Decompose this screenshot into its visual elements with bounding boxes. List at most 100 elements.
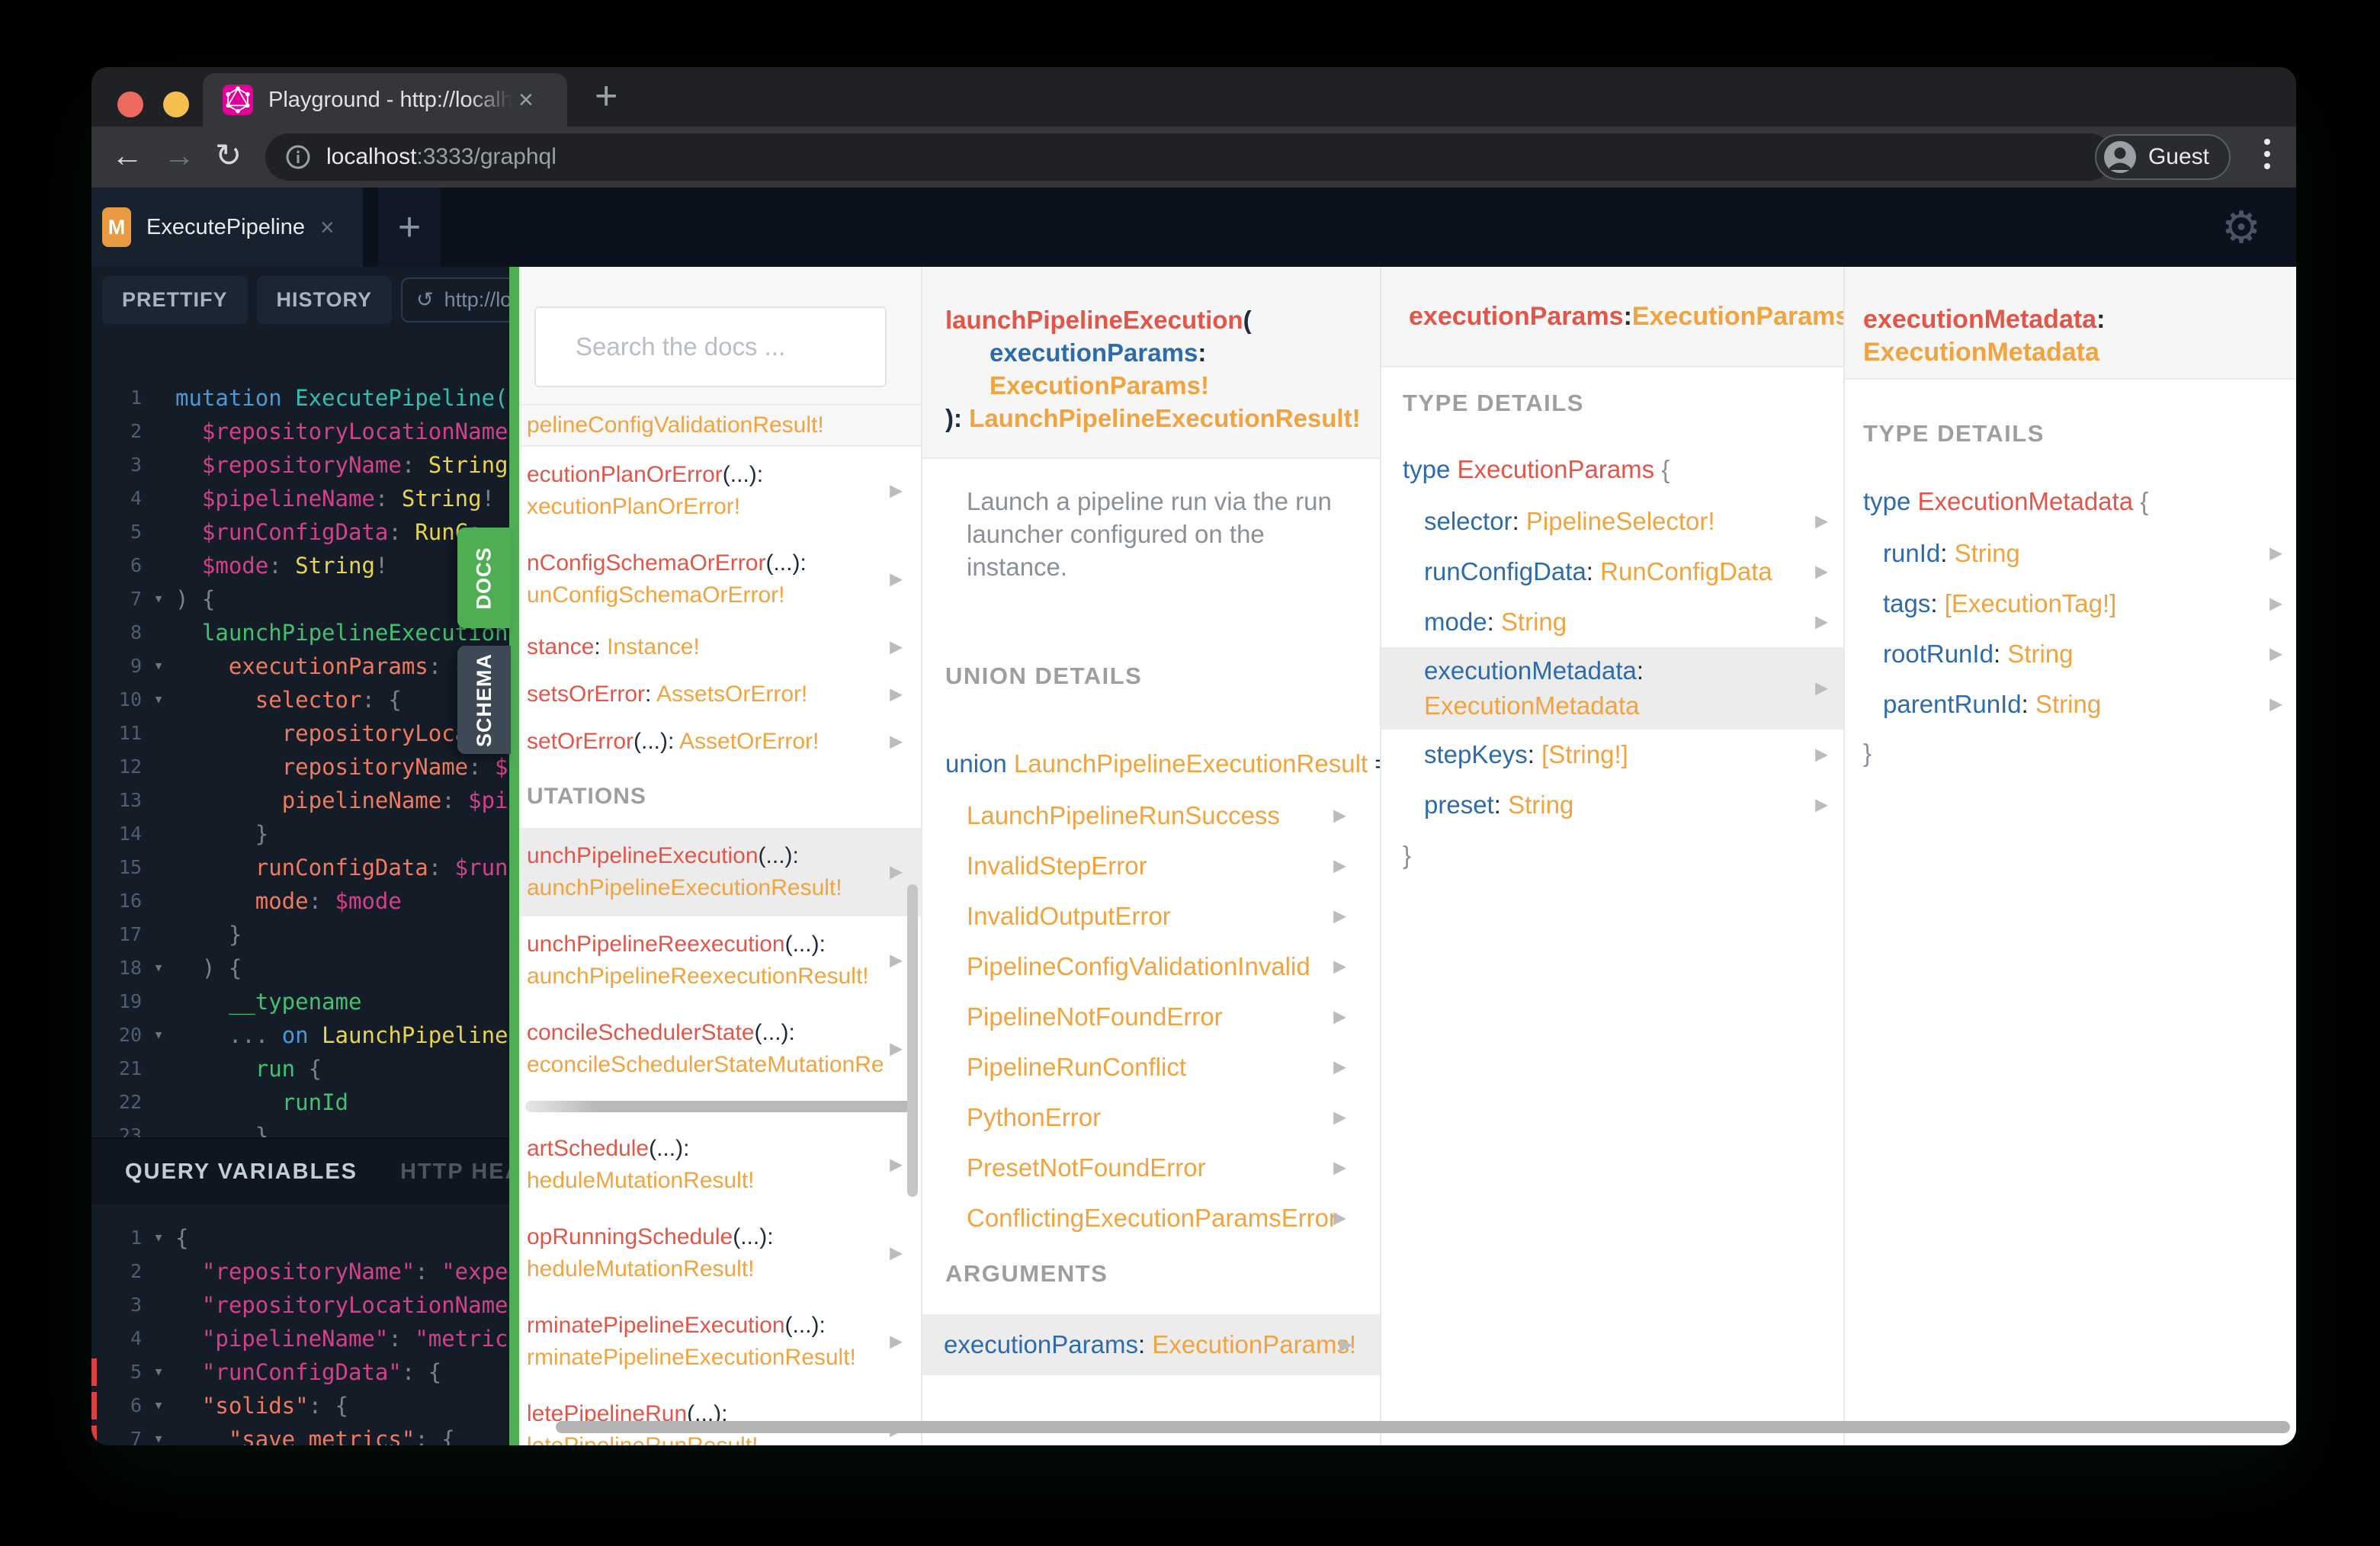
union-member[interactable]: PipelineNotFoundError ▶ bbox=[922, 992, 1380, 1042]
code-line[interactable]: 3 $repositoryName: String! bbox=[91, 448, 509, 482]
schema-side-tab[interactable]: SCHEMA bbox=[457, 646, 511, 754]
code-line[interactable]: 20 ▾ ... on LaunchPipelineR bbox=[91, 1018, 509, 1052]
docs-list-item[interactable]: ecutionPlanOrError(...): xecutionPlanOrEr… bbox=[519, 447, 921, 535]
code-line[interactable]: 12 repositoryName: $r bbox=[91, 750, 509, 784]
union-member[interactable]: PipelineRunConflict ▶ bbox=[922, 1042, 1380, 1092]
fold-arrow-icon[interactable]: ▾ bbox=[142, 951, 175, 985]
tab-query-variables[interactable]: QUERY VARIABLES bbox=[125, 1160, 358, 1185]
horizontal-scrollbar[interactable] bbox=[556, 1421, 2290, 1433]
fold-arrow-icon[interactable]: ▾ bbox=[142, 582, 175, 616]
vertical-scrollbar[interactable] bbox=[907, 884, 918, 1197]
code-line[interactable]: 19 __typename bbox=[91, 985, 509, 1018]
docs-list-item[interactable]: stance: Instance! ▶ bbox=[519, 624, 921, 671]
docs-list-item[interactable]: opRunningSchedule(...): heduleMutationRes… bbox=[519, 1209, 921, 1297]
fold-arrow-icon[interactable]: ▾ bbox=[142, 1355, 175, 1389]
browser-menu-icon[interactable] bbox=[2264, 139, 2270, 169]
fold-arrow-icon[interactable]: ▾ bbox=[142, 1221, 175, 1255]
type-field[interactable]: stepKeys: [String!] ▶ bbox=[1381, 730, 1843, 780]
code-line[interactable]: 15 runConfigData: $runC bbox=[91, 851, 509, 884]
code-line[interactable]: 9 ▾ executionParams: { bbox=[91, 650, 509, 683]
playground-new-tab-button[interactable]: + bbox=[378, 188, 441, 267]
type-field[interactable]: mode: String ▶ bbox=[1381, 597, 1843, 647]
horizontal-scrollbar[interactable] bbox=[519, 1093, 921, 1121]
code-line[interactable]: 2 "repositoryName": "exper bbox=[91, 1255, 509, 1288]
docs-clipped-item[interactable]: pelineConfigValidationResult! bbox=[519, 404, 921, 447]
minimize-window-button[interactable] bbox=[163, 91, 189, 117]
code-line[interactable]: 8 launchPipelineExecution( bbox=[91, 616, 509, 650]
code-line[interactable]: 3 "repositoryLocationName" bbox=[91, 1288, 509, 1322]
type-field[interactable]: rootRunId: String ▶ bbox=[1845, 629, 2296, 679]
docs-side-tab[interactable]: DOCS bbox=[457, 528, 511, 628]
profile-button[interactable]: Guest bbox=[2094, 134, 2231, 180]
docs-list-item[interactable]: rminatePipelineExecution(...): rminatePip… bbox=[519, 1297, 921, 1386]
code-line[interactable]: 1 ▾{ bbox=[91, 1221, 509, 1255]
docs-list-item[interactable]: letePipelineRun(...):letePipelineRunResu… bbox=[519, 1386, 921, 1445]
docs-list-item[interactable]: setsOrError: AssetsOrError! ▶ bbox=[519, 671, 921, 718]
union-member[interactable]: PythonError ▶ bbox=[922, 1092, 1380, 1143]
reload-icon[interactable]: ↻ bbox=[215, 137, 242, 174]
tab-close-icon[interactable]: × bbox=[518, 87, 534, 113]
type-field[interactable]: runConfigData: RunConfigData ▶ bbox=[1381, 547, 1843, 597]
tab-http-headers[interactable]: HTTP HEADER bbox=[400, 1160, 509, 1185]
type-field[interactable]: runId: String ▶ bbox=[1845, 528, 2296, 579]
docs-list-item[interactable]: concileSchedulerState(...): econcileSched… bbox=[519, 1005, 921, 1093]
code-line[interactable]: 22 runId bbox=[91, 1086, 509, 1119]
type-field[interactable]: selector: PipelineSelector! ▶ bbox=[1381, 496, 1843, 547]
docs-search-input[interactable] bbox=[576, 332, 900, 361]
fold-arrow-icon[interactable]: ▾ bbox=[142, 1389, 175, 1423]
code-line[interactable]: 5 ▾ "runConfigData": { bbox=[91, 1355, 509, 1389]
code-line[interactable]: 4 "pipelineName": "metrics bbox=[91, 1322, 509, 1355]
code-line[interactable]: 7 ▾) { bbox=[91, 582, 509, 616]
fold-arrow-icon[interactable]: ▾ bbox=[142, 1018, 175, 1052]
type-field[interactable]: tags: [ExecutionTag!] ▶ bbox=[1845, 579, 2296, 629]
query-editor[interactable]: PRETTIFY HISTORY ↺ http://loc 1 mutation … bbox=[91, 267, 509, 1445]
code-line[interactable]: 16 mode: $mode bbox=[91, 884, 509, 918]
docs-list-item[interactable]: setOrError(...): AssetOrError! ▶ bbox=[519, 718, 921, 765]
code-line[interactable]: 2 $repositoryLocationName: bbox=[91, 415, 509, 448]
union-member[interactable]: LaunchPipelineRunSuccess ▶ bbox=[922, 791, 1380, 841]
argument-row[interactable]: executionParams: ExecutionParams! ▶ bbox=[922, 1314, 1380, 1375]
union-member[interactable]: ConflictingExecutionParamsError ▶ bbox=[922, 1193, 1380, 1243]
settings-gear-icon[interactable]: ⚙ bbox=[2221, 201, 2261, 253]
union-member[interactable]: PipelineConfigValidationInvalid ▶ bbox=[922, 941, 1380, 992]
playground-tab[interactable]: M ExecutePipeline × bbox=[91, 188, 363, 267]
union-member[interactable]: InvalidOutputError ▶ bbox=[922, 891, 1380, 941]
fold-arrow-icon[interactable]: ▾ bbox=[142, 683, 175, 717]
code-line[interactable]: 18 ▾ ) { bbox=[91, 951, 509, 985]
type-field[interactable]: executionMetadata: ExecutionMetadata ▶ bbox=[1381, 647, 1843, 730]
playground-tab-close-icon[interactable]: × bbox=[320, 213, 335, 242]
code-line[interactable]: 7 ▾ "save_metrics": { bbox=[91, 1423, 509, 1445]
code-line[interactable]: 1 mutation ExecutePipeline( bbox=[91, 381, 509, 415]
browser-tab[interactable]: Playground - http://localhost:33 × bbox=[203, 73, 567, 127]
code-line[interactable]: 6 ▾ "solids": { bbox=[91, 1389, 509, 1423]
union-member[interactable]: PresetNotFoundError ▶ bbox=[922, 1143, 1380, 1193]
prettify-button[interactable]: PRETTIFY bbox=[102, 276, 248, 324]
code-line[interactable]: 10 ▾ selector: { bbox=[91, 683, 509, 717]
forward-icon[interactable]: → bbox=[163, 137, 195, 174]
endpoint-input[interactable]: ↺ http://loc bbox=[401, 277, 509, 322]
fold-arrow-icon[interactable]: ▾ bbox=[142, 650, 175, 683]
docs-search-box[interactable] bbox=[534, 306, 900, 387]
new-tab-button[interactable]: + bbox=[595, 76, 617, 116]
docs-list-item[interactable]: artSchedule(...): heduleMutationResult! ▶ bbox=[519, 1121, 921, 1209]
fold-arrow-icon[interactable]: ▾ bbox=[142, 1423, 175, 1445]
docs-list-item[interactable]: unchPipelineExecution(...): aunchPipeline… bbox=[519, 828, 921, 916]
query-code[interactable]: 1 mutation ExecutePipeline(2 $repositoryL… bbox=[91, 381, 509, 1153]
refresh-icon[interactable]: ↺ bbox=[416, 288, 434, 312]
code-line[interactable]: 11 repositoryLocat bbox=[91, 717, 509, 750]
code-line[interactable]: 6 $mode: String! bbox=[91, 549, 509, 582]
docs-divider[interactable] bbox=[509, 267, 519, 1445]
docs-list-item[interactable]: unchPipelineReexecution(...): aunchPipeli… bbox=[519, 916, 921, 1005]
code-line[interactable]: 14 } bbox=[91, 817, 509, 851]
code-line[interactable]: 4 $pipelineName: String! bbox=[91, 482, 509, 515]
history-button[interactable]: HISTORY bbox=[256, 276, 393, 324]
code-line[interactable]: 21 run { bbox=[91, 1052, 509, 1086]
code-line[interactable]: 13 pipelineName: $pip bbox=[91, 784, 509, 817]
code-line[interactable]: 17 } bbox=[91, 918, 509, 951]
docs-list-item[interactable]: nConfigSchemaOrError(...): unConfigSchema… bbox=[519, 535, 921, 624]
address-bar[interactable]: localhost:3333/graphql bbox=[265, 133, 2113, 181]
union-member[interactable]: InvalidStepError ▶ bbox=[922, 841, 1380, 891]
type-field[interactable]: preset: String ▶ bbox=[1381, 780, 1843, 830]
type-field[interactable]: parentRunId: String ▶ bbox=[1845, 679, 2296, 730]
code-line[interactable]: 5 $runConfigData: RunCo bbox=[91, 515, 509, 549]
